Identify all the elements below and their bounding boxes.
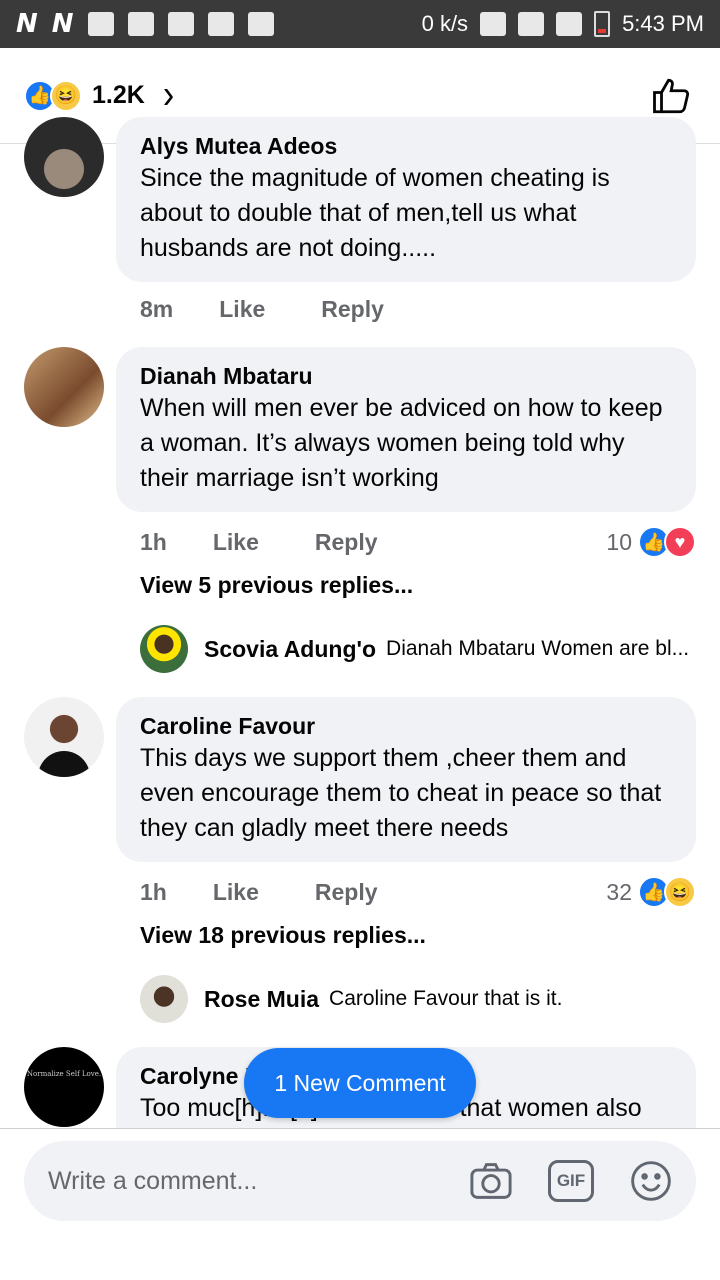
avatar[interactable] xyxy=(24,347,104,427)
new-comment-button[interactable]: 1 New Comment xyxy=(244,1048,476,1118)
reply-preview[interactable]: Scovia Adung'o Dianah Mbataru Women are … xyxy=(0,599,720,673)
reply-author[interactable]: Rose Muia xyxy=(204,986,319,1013)
instagram-icon xyxy=(167,12,194,36)
comment: Alys Mutea Adeos Since the magnitude of … xyxy=(0,117,720,323)
hotspot-icon xyxy=(207,12,234,36)
gif-icon[interactable]: GIF xyxy=(546,1156,596,1206)
notification-icon: N xyxy=(51,9,74,39)
comment-time: 1h xyxy=(140,528,167,555)
comment-composer: Write a comment... GIF xyxy=(0,1128,720,1232)
clock: 5:43 PM xyxy=(622,11,704,36)
comment-author[interactable]: Alys Mutea Adeos xyxy=(140,131,672,161)
status-bar: N N 0 k/s 5:43 PM xyxy=(0,0,720,48)
comment-text: When will men ever be adviced on how to … xyxy=(140,394,663,492)
comment-text: This days we support them ,cheer them an… xyxy=(140,744,662,842)
comment-input-box[interactable]: Write a comment... GIF xyxy=(24,1141,696,1221)
like-button[interactable]: Like xyxy=(213,529,259,556)
reaction-count: 32 xyxy=(606,878,632,905)
avatar[interactable] xyxy=(140,625,188,673)
comment: Caroline Favour This days we support the… xyxy=(0,697,720,908)
wifi-icon xyxy=(518,12,545,36)
comment-time: 8m xyxy=(140,296,174,322)
reaction-summary[interactable]: 10 👍 ♥ xyxy=(606,526,696,558)
comment-actions: 8m Like Reply xyxy=(116,282,696,323)
reply-preview[interactable]: Rose Muia Caroline Favour that is it. xyxy=(0,949,720,1023)
avatar[interactable] xyxy=(140,975,188,1023)
net-speed: 0 k/s xyxy=(421,11,469,36)
comment-text: Since the magnitude of women cheating is… xyxy=(140,164,610,262)
avatar[interactable] xyxy=(24,117,104,197)
hotspot-icon xyxy=(247,12,274,36)
signal-icon xyxy=(556,12,583,36)
view-previous-replies[interactable]: View 5 previous replies... xyxy=(0,558,720,599)
smiley-icon[interactable] xyxy=(626,1156,676,1206)
reaction-count: 10 xyxy=(606,528,632,555)
gif-icon-label: GIF xyxy=(548,1160,594,1202)
reply-button[interactable]: Reply xyxy=(321,296,384,323)
gallery-icon xyxy=(127,12,154,36)
reply-text: Caroline Favour that is it. xyxy=(329,987,563,1010)
like-button[interactable]: Like xyxy=(219,296,265,323)
comment-list[interactable]: Alys Mutea Adeos Since the magnitude of … xyxy=(0,97,720,1129)
comment-time: 1h xyxy=(140,878,167,905)
comment-input[interactable]: Write a comment... xyxy=(48,1167,436,1196)
haha-icon: 😆 xyxy=(664,876,696,908)
avatar[interactable]: Normalize Self Love. xyxy=(24,1047,104,1127)
headset-icon xyxy=(480,12,507,36)
comment-author[interactable]: Caroline Favour xyxy=(140,711,672,741)
battery-icon xyxy=(594,11,611,37)
comment-bubble[interactable]: Dianah Mbataru When will men ever be adv… xyxy=(116,347,696,512)
love-icon: ♥ xyxy=(664,526,696,558)
camera-icon[interactable] xyxy=(466,1156,516,1206)
comment-author[interactable]: Dianah Mbataru xyxy=(140,361,672,391)
comment-bubble[interactable]: Caroline Favour This days we support the… xyxy=(116,697,696,862)
reply-text: Dianah Mbataru Women are bl... xyxy=(386,637,690,660)
comment-actions: 1h Like Reply 10 👍 ♥ xyxy=(116,512,696,558)
comment-bubble[interactable]: Alys Mutea Adeos Since the magnitude of … xyxy=(116,117,696,282)
reply-author[interactable]: Scovia Adung'o xyxy=(204,636,376,663)
avatar[interactable] xyxy=(24,697,104,777)
reaction-summary[interactable]: 32 👍 😆 xyxy=(606,876,696,908)
like-button[interactable]: Like xyxy=(213,879,259,906)
youtube-icon xyxy=(87,12,114,36)
reply-button[interactable]: Reply xyxy=(315,879,378,906)
notification-icon: N xyxy=(16,9,38,39)
comment: Dianah Mbataru When will men ever be adv… xyxy=(0,347,720,558)
comment-actions: 1h Like Reply 32 👍 😆 xyxy=(116,862,696,908)
view-previous-replies[interactable]: View 18 previous replies... xyxy=(0,908,720,949)
reply-button[interactable]: Reply xyxy=(315,529,378,556)
